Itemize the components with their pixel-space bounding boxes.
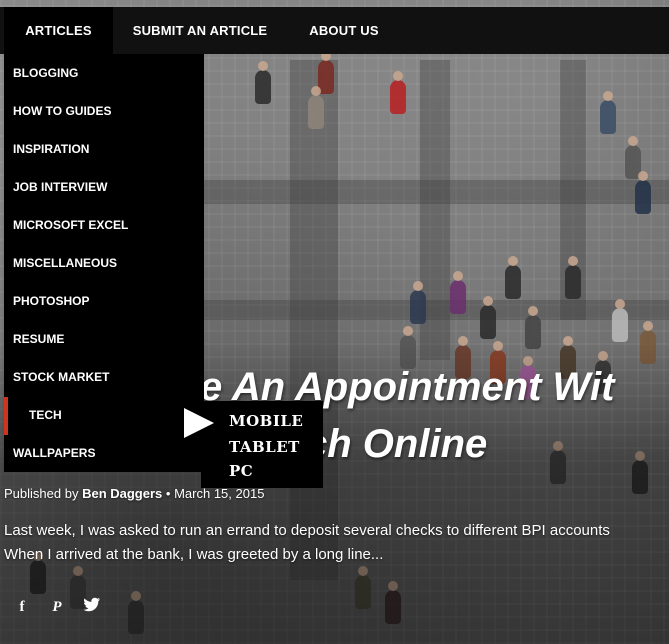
plaza-stripe: [204, 300, 669, 320]
dropdown-item-how-to-guides[interactable]: HOW TO GUIDES: [4, 92, 204, 130]
pedestrian: [612, 299, 628, 342]
twitter-icon[interactable]: [82, 597, 102, 617]
dropdown-item-job-interview[interactable]: JOB INTERVIEW: [4, 168, 204, 206]
pedestrian: [255, 61, 271, 104]
author-link[interactable]: Ben Daggers: [82, 486, 162, 501]
pedestrian: [480, 296, 496, 339]
submenu-item-tablet[interactable]: TABLET: [229, 438, 300, 456]
dropdown-item-photoshop[interactable]: PHOTOSHOP: [4, 282, 204, 320]
pedestrian: [635, 171, 651, 214]
pedestrian: [390, 71, 406, 114]
pedestrian: [410, 281, 426, 324]
pinterest-icon[interactable]: P: [47, 597, 67, 617]
meta-separator: •: [165, 486, 171, 501]
dropdown-item-microsoft-excel[interactable]: MICROSOFT EXCEL: [4, 206, 204, 244]
nav-about-us[interactable]: ABOUT US: [296, 7, 392, 54]
pedestrian: [505, 256, 521, 299]
submenu-item-pc[interactable]: PC: [229, 462, 253, 480]
dropdown-item-miscellaneous[interactable]: MISCELLANEOUS: [4, 244, 204, 282]
submenu-item-mobile[interactable]: MOBILE: [229, 412, 303, 430]
meta-prefix: Published by: [4, 486, 79, 501]
post-title-line-2[interactable]: ch Online: [305, 422, 487, 467]
pedestrian: [308, 86, 324, 129]
pedestrian: [450, 271, 466, 314]
post-excerpt-line-1: Last week, I was asked to run an errand …: [4, 522, 610, 539]
nav-submit-an-article[interactable]: SUBMIT AN ARTICLE: [122, 7, 278, 54]
top-navigation: ARTICLES SUBMIT AN ARTICLE ABOUT US: [0, 7, 669, 54]
flyout-arrow-icon: [184, 408, 214, 438]
post-meta: Published by Ben Daggers • March 15, 201…: [4, 486, 264, 501]
pedestrian: [565, 256, 581, 299]
pedestrian: [600, 91, 616, 134]
post-date: March 15, 2015: [174, 486, 265, 501]
dropdown-item-blogging[interactable]: BLOGGING: [4, 54, 204, 92]
dropdown-item-stock-market[interactable]: STOCK MARKET: [4, 358, 204, 396]
dropdown-item-tech[interactable]: TECH: [4, 396, 204, 434]
post-excerpt-line-2: When I arrived at the bank, I was greete…: [4, 546, 384, 563]
dropdown-item-inspiration[interactable]: INSPIRATION: [4, 130, 204, 168]
nav-articles[interactable]: ARTICLES: [4, 7, 113, 54]
dropdown-item-resume[interactable]: RESUME: [4, 320, 204, 358]
facebook-icon[interactable]: f: [12, 597, 32, 617]
twitter-bird-shape: [83, 597, 100, 612]
dropdown-item-wallpapers[interactable]: WALLPAPERS: [4, 434, 204, 472]
articles-dropdown: BLOGGING HOW TO GUIDES INSPIRATION JOB I…: [4, 54, 204, 472]
